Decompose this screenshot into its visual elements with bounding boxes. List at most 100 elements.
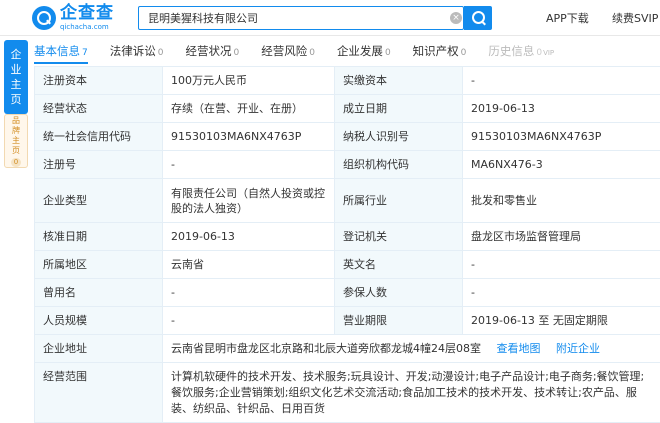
clear-search-icon[interactable]: × xyxy=(450,12,462,24)
business-scope-value: 计算机软硬件的技术开发、技术服务;玩具设计、开发;动漫设计;电子产品设计;电子商… xyxy=(162,362,660,423)
field-value: 91530103MA6NX4763P xyxy=(162,122,335,151)
tab-count: 0 xyxy=(384,48,391,58)
field-value: - xyxy=(462,66,660,95)
field-label: 统一社会信用代码 xyxy=(34,122,163,151)
table-row: 企业类型 有限责任公司（自然人投资或控股的法人独资） 所属行业 批发和零售业 xyxy=(34,178,660,223)
tab-count: 0 xyxy=(460,48,467,58)
field-label: 人员规模 xyxy=(34,306,163,335)
side-tab-char: 业 xyxy=(10,63,22,76)
basic-info-table: 注册资本 100万元人民币 实缴资本 - 经营状态 存续（在营、开业、在册） 成… xyxy=(34,66,660,423)
side-tab-brand-home[interactable]: 品 牌 主 页 0 xyxy=(4,114,28,168)
side-tab-company-home[interactable]: 企 业 主 页 xyxy=(4,40,28,114)
field-value: 盘龙区市场监督管理局 xyxy=(462,222,660,251)
qichacha-logo[interactable]: 企查查 qichacha.com xyxy=(32,4,114,31)
view-map-link[interactable]: 查看地图 xyxy=(497,342,541,355)
field-value: 批发和零售业 xyxy=(462,178,660,223)
field-label: 曾用名 xyxy=(34,278,163,307)
tab-count: 0 xyxy=(536,48,543,58)
field-label: 注册资本 xyxy=(34,66,163,95)
tab-count: 7 xyxy=(82,48,88,58)
table-row: 所属地区 云南省 英文名 - xyxy=(34,250,660,279)
tab-history[interactable]: 历史信息 0 VIP xyxy=(488,38,554,64)
tab-development[interactable]: 企业发展 0 xyxy=(337,38,391,64)
tab-count: 0 xyxy=(233,48,240,58)
table-row: 经营状态 存续（在营、开业、在册） 成立日期 2019-06-13 xyxy=(34,94,660,123)
field-value: MA6NX476-3 xyxy=(462,150,660,179)
search-box: × xyxy=(138,6,464,30)
field-value: - xyxy=(162,306,335,335)
brand-count-badge: 0 xyxy=(10,157,22,167)
side-tab-char: 主 xyxy=(10,78,22,91)
field-value: 2019-06-13 xyxy=(462,94,660,123)
side-tab-char: 牌 xyxy=(12,125,20,135)
tab-label: 基本信息 xyxy=(34,44,80,58)
field-label: 经营状态 xyxy=(34,94,163,123)
field-label: 企业类型 xyxy=(34,178,163,223)
field-label: 经营范围 xyxy=(34,362,163,423)
field-value: 2019-06-13 至 无固定期限 xyxy=(462,306,660,335)
field-value: - xyxy=(162,150,335,179)
logo-text: 企查查 qichacha.com xyxy=(60,3,114,32)
address-row: 企业地址 云南省昆明市盘龙区北京路和北辰大道旁欣都龙城4幢24层08室 查看地图… xyxy=(34,334,660,363)
field-label: 所属行业 xyxy=(334,178,463,223)
tab-count: 0 xyxy=(309,48,315,58)
tab-basic-info[interactable]: 基本信息 7 xyxy=(34,38,88,64)
table-row: 注册资本 100万元人民币 实缴资本 - xyxy=(34,66,660,95)
field-label: 核准日期 xyxy=(34,222,163,251)
field-label: 组织机构代码 xyxy=(334,150,463,179)
nearby-companies-link[interactable]: 附近企业 xyxy=(556,342,600,355)
app-download-link[interactable]: APP下载 xyxy=(546,10,589,26)
search-button[interactable] xyxy=(464,6,492,30)
table-row: 人员规模 - 营业期限 2019-06-13 至 无固定期限 xyxy=(34,306,660,335)
tab-label: 经营风险 xyxy=(261,44,308,58)
field-label: 登记机关 xyxy=(334,222,463,251)
renew-svip-link[interactable]: 续费SVIP xyxy=(612,10,658,26)
field-value: 有限责任公司（自然人投资或控股的法人独资） xyxy=(162,178,335,223)
side-tab-char: 品 xyxy=(12,115,20,125)
tab-label: 企业发展 xyxy=(336,44,383,58)
logo-url: qichacha.com xyxy=(60,23,109,31)
field-value: 存续（在营、开业、在册） xyxy=(162,94,335,123)
tab-risk[interactable]: 经营风险 0 xyxy=(261,38,315,64)
field-value: 100万元人民币 xyxy=(162,66,335,95)
field-label: 企业地址 xyxy=(34,334,163,363)
tab-operations[interactable]: 经营状况 0 xyxy=(185,38,239,64)
tab-ip[interactable]: 知识产权 0 xyxy=(413,38,467,64)
section-tabs: 基本信息 7 法律诉讼 0 经营状况 0 经营风险 0 企业发展 0 知识产权 0 历史信息… xyxy=(34,38,660,64)
side-tab-char: 页 xyxy=(10,93,22,106)
tab-label: 法律诉讼 xyxy=(109,44,156,58)
field-value: - xyxy=(462,250,660,279)
tab-label: 经营状况 xyxy=(185,44,232,58)
scope-row: 经营范围 计算机软硬件的技术开发、技术服务;玩具设计、开发;动漫设计;电子产品设… xyxy=(34,362,660,423)
tab-label: 知识产权 xyxy=(412,44,459,58)
table-row: 核准日期 2019-06-13 登记机关 盘龙区市场监督管理局 xyxy=(34,222,660,251)
address-value: 云南省昆明市盘龙区北京路和北辰大道旁欣都龙城4幢24层08室 xyxy=(171,342,481,355)
field-label: 营业期限 xyxy=(334,306,463,335)
top-header: 企查查 qichacha.com × APP下载 续费SVIP xyxy=(0,0,660,36)
field-label: 成立日期 xyxy=(334,94,463,123)
field-value: - xyxy=(462,278,660,307)
table-row: 曾用名 - 参保人数 - xyxy=(34,278,660,307)
table-row: 注册号 - 组织机构代码 MA6NX476-3 xyxy=(34,150,660,179)
vip-badge: VIP xyxy=(543,49,555,57)
side-tab-char: 主 xyxy=(12,135,20,145)
side-tab-char: 页 xyxy=(12,145,20,155)
tab-count: 0 xyxy=(157,48,164,58)
field-value: 云南省 xyxy=(162,250,335,279)
field-label: 参保人数 xyxy=(334,278,463,307)
field-label: 实缴资本 xyxy=(334,66,463,95)
field-label: 注册号 xyxy=(34,150,163,179)
side-tab-char: 企 xyxy=(10,48,22,61)
field-label: 英文名 xyxy=(334,250,463,279)
tab-label: 历史信息 xyxy=(488,44,535,58)
field-value: 2019-06-13 xyxy=(162,222,335,251)
field-label: 所属地区 xyxy=(34,250,163,279)
address-cell: 云南省昆明市盘龙区北京路和北辰大道旁欣都龙城4幢24层08室 查看地图 附近企业 xyxy=(162,334,660,363)
field-value: - xyxy=(162,278,335,307)
magnifier-logo-icon xyxy=(32,5,56,30)
logo-name: 企查查 xyxy=(60,3,114,23)
search-input[interactable] xyxy=(139,7,439,29)
tab-legal[interactable]: 法律诉讼 0 xyxy=(110,38,164,64)
table-row: 统一社会信用代码 91530103MA6NX4763P 纳税人识别号 91530… xyxy=(34,122,660,151)
field-label: 纳税人识别号 xyxy=(334,122,463,151)
